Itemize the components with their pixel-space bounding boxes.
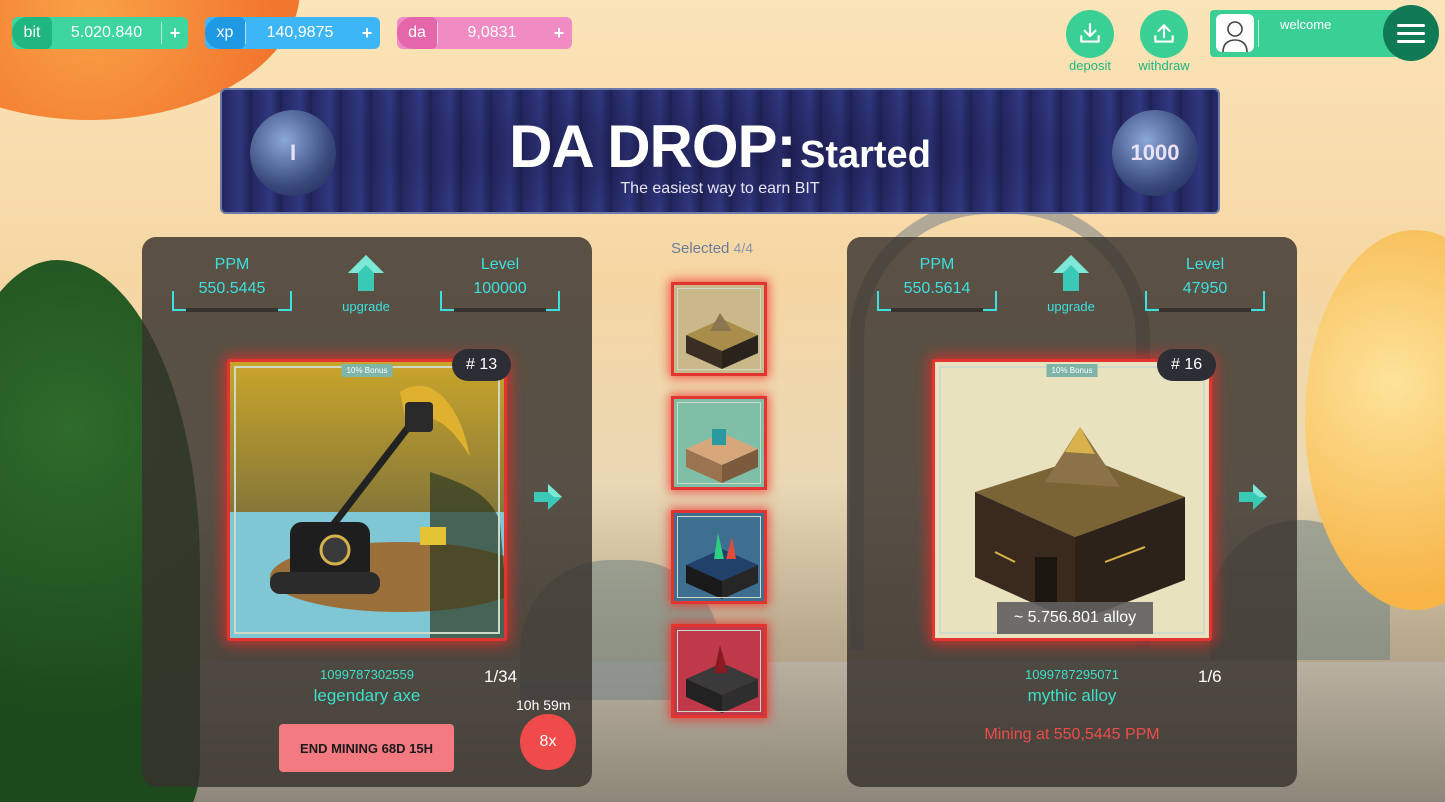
card-frame [234,366,500,634]
mining-timer: 10h 59m [516,697,571,713]
selected-thumb-2[interactable] [671,396,767,490]
thumb-frame [677,288,761,370]
withdraw-button[interactable] [1140,10,1188,58]
thumb-frame [677,630,761,712]
divider [1258,20,1259,47]
nft-card-axe[interactable]: 10% Bonus [227,359,507,641]
bit-value: 5.020.840 [70,24,143,41]
da-balance: da 9,0831 + [397,17,572,49]
xp-tag: xp [205,17,245,49]
add-da-button[interactable]: + [546,23,572,44]
da-value: 9,0831 [467,24,517,41]
selected-thumb-1[interactable] [671,282,767,376]
upgrade-arrow-icon [1053,255,1089,291]
selected-thumb-3[interactable] [671,510,767,604]
next-nft-button[interactable] [1237,482,1269,516]
banner-subtitle: The easiest way to earn BIT [620,180,820,197]
right-mining-panel: PPM 550.5614 upgrade Level 47950 10% Bon… [847,237,1297,787]
nft-number-badge: # 16 [1157,349,1217,381]
nft-count: 1/34 [484,667,518,686]
da-tag: da [397,17,437,49]
user-panel[interactable]: welcome [1210,10,1410,57]
menu-button[interactable] [1383,5,1439,61]
deposit-label[interactable]: deposit [1050,58,1130,73]
thumb-frame [677,402,761,484]
selected-thumb-4[interactable] [671,624,767,718]
bit-balance: bit 5.020.840 + [12,17,188,49]
alloy-amount: ~ 5.756.801 alloy [997,602,1153,634]
hamburger-icon [1397,23,1425,27]
xp-balance: xp 140,9875 + [205,17,380,49]
nft-id: 1099787302559 [320,667,414,682]
multiplier-button[interactable]: 8x [520,714,576,770]
upgrade-arrow-icon [348,255,384,291]
nft-card-alloy[interactable]: 10% Bonus ~ 5.756.801 alloy [932,359,1212,641]
xp-value: 140,9875 [266,24,334,41]
upgrade-button[interactable]: upgrade [1031,253,1111,314]
arrow-right-icon [534,484,562,510]
mining-rate-status: Mining at 550,5445 PPM [984,726,1160,743]
next-nft-button[interactable] [532,482,564,516]
ppm-value: 550.5445 [198,280,266,297]
bonus-tag: 10% Bonus [341,364,393,377]
level-value: 100000 [473,280,527,297]
add-bit-button[interactable]: + [162,23,188,44]
hamburger-icon [1397,39,1425,43]
level-value: 47950 [1182,280,1228,297]
bonus-tag: 10% Bonus [1046,364,1098,377]
ppm-label: PPM [919,256,955,273]
banner-title-main: DA DROP: [509,113,796,180]
upgrade-label: upgrade [342,299,390,314]
add-xp-button[interactable]: + [354,23,380,44]
banner-status: Started [799,134,931,176]
end-mining-button[interactable]: END MINING 68D 15H [279,724,454,772]
nft-name: mythic alloy [1027,686,1117,705]
banner-title: DA DROP: Started [222,112,1218,181]
selected-count: 4/4 [733,240,754,256]
hamburger-icon [1397,31,1425,35]
withdraw-label[interactable]: withdraw [1124,58,1204,73]
download-icon [1080,23,1100,43]
left-mining-panel: PPM 550.5445 upgrade Level 100000 10% Bo… [142,237,592,787]
nft-number-badge: # 13 [452,349,512,381]
avatar[interactable] [1216,14,1254,52]
deposit-button[interactable] [1066,10,1114,58]
nft-id: 1099787295071 [1025,667,1119,682]
card-frame [939,366,1205,634]
user-icon [1222,21,1248,52]
welcome-text: welcome [1280,17,1332,32]
bit-tag: bit [12,17,52,49]
selected-label: Selected 4/4 [671,240,753,257]
level-label: Level [480,256,520,273]
ppm-value: 550.5614 [903,280,971,297]
upgrade-button[interactable]: upgrade [326,253,406,314]
nft-count: 1/6 [1198,667,1222,686]
upload-icon [1154,24,1174,43]
ppm-label: PPM [214,256,250,273]
arrow-right-icon [1239,484,1267,510]
thumb-frame [677,516,761,598]
level-label: Level [1185,256,1225,273]
da-drop-banner: I 1000 DA DROP: Started The easiest way … [220,88,1220,214]
selected-text: Selected [671,240,730,257]
upgrade-label: upgrade [1047,299,1095,314]
